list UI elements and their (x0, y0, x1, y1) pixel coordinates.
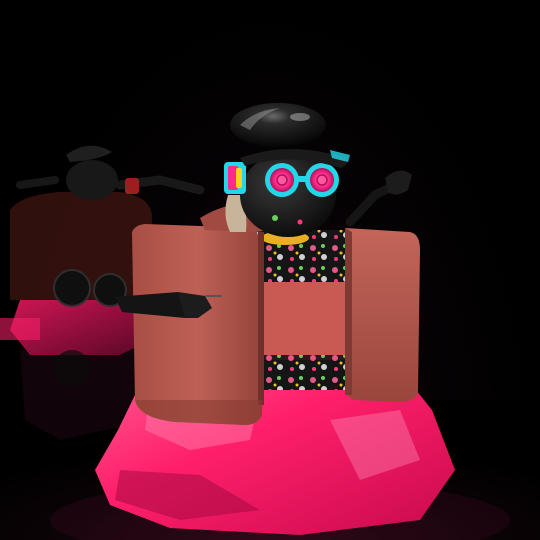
goggle-left-center (276, 174, 288, 186)
goggle-bridge (298, 176, 306, 182)
background-figure-goggle-left (53, 269, 91, 307)
background-figure-reflected-goggle (54, 350, 90, 386)
goggle-right-center (316, 174, 328, 186)
head-dot (297, 219, 303, 225)
shirt-hem (262, 355, 350, 375)
cap-shine (290, 113, 310, 121)
jacket-right-panel (345, 228, 420, 402)
head-dot (272, 215, 278, 221)
background-skirt-edge (0, 318, 40, 340)
shirt (262, 282, 350, 360)
jacket-zipper-right (345, 228, 352, 395)
render-scene (0, 0, 540, 540)
background-figure-cap (66, 145, 112, 162)
jacket-left-sleeve (132, 224, 262, 425)
background-figure-hand (125, 178, 139, 194)
jacket-zipper-left (258, 232, 264, 405)
background-figure-arm-left (16, 176, 59, 189)
right-hand (385, 170, 412, 195)
main-figure (95, 103, 455, 535)
background-figure-head (66, 160, 118, 200)
scene-canvas (0, 103, 540, 540)
visor-side-accent-2 (236, 168, 242, 188)
